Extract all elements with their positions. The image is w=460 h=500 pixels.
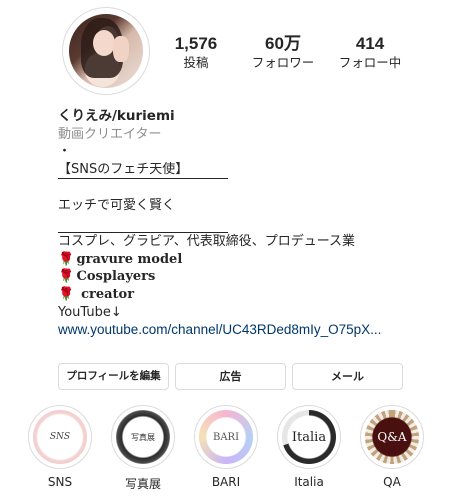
highlight-cover: BARI xyxy=(194,405,258,469)
bio-tagline: 【SNSのフェチ天使】 xyxy=(58,161,228,180)
highlight-qa[interactable]: Q&A QA xyxy=(354,405,430,500)
profile-category: 動画クリエイター xyxy=(58,126,162,142)
highlight-cover-text: Q&A xyxy=(377,430,407,444)
highlight-cover: 写真展 xyxy=(111,405,175,469)
bio-blank-1 xyxy=(58,179,418,197)
bio-dot: ・ xyxy=(58,144,72,160)
bio-item-gravure: gravure model xyxy=(76,251,183,267)
highlight-cover-text: SNS xyxy=(49,432,71,442)
bio-item-cosplayers: Cosplayers xyxy=(76,269,156,285)
highlight-italia[interactable]: Italia Italia xyxy=(271,405,347,500)
avatar-photo xyxy=(69,14,143,88)
following-count[interactable]: 414 フォロー中 xyxy=(324,34,416,72)
profile-name: くりえみ/kuriemi xyxy=(58,108,175,124)
bio-roles: コスプレ、グラビア、代表取締役、プロデュース業 xyxy=(58,234,356,250)
rose-icon: 🌹 xyxy=(58,286,75,302)
highlight-cover: Q&A xyxy=(360,405,424,469)
highlight-sns[interactable]: SNS SNS xyxy=(22,405,98,500)
followers-count-value: 60万 xyxy=(265,34,301,53)
profile-stats: 1,576 投稿 60万 フォロワー 414 フォロー中 xyxy=(162,34,440,76)
ads-button[interactable]: 広告 xyxy=(175,363,286,390)
highlight-cover: SNS xyxy=(28,405,92,469)
profile-page: 1,576 投稿 60万 フォロワー 414 フォロー中 くりえみ/kuriem… xyxy=(0,0,460,500)
rose-icon: 🌹 xyxy=(58,251,75,267)
highlight-label: SNS xyxy=(47,475,73,489)
posts-count-value: 1,576 xyxy=(174,34,218,53)
following-count-label: フォロー中 xyxy=(338,55,402,70)
following-count-value: 414 xyxy=(355,34,385,53)
profile-bio: くりえみ/kuriemi 動画クリエイター ・ 【SNSのフェチ天使】 エッチで… xyxy=(58,108,418,339)
highlight-photo-exhibition[interactable]: 写真展 写真展 xyxy=(105,405,181,500)
rose-icon: 🌹 xyxy=(58,269,75,285)
followers-count[interactable]: 60万 フォロワー xyxy=(237,34,329,72)
mail-button[interactable]: メール xyxy=(292,363,403,390)
highlight-label: 写真展 xyxy=(124,477,161,491)
highlight-cover-text: 写真展 xyxy=(131,432,155,442)
edit-profile-button[interactable]: プロフィールを編集 xyxy=(58,363,169,390)
highlight-cover: Italia xyxy=(277,405,341,469)
bio-youtube: YouTube↓ xyxy=(58,304,122,320)
bio-motto: エッチで可愛く賢く xyxy=(58,197,176,213)
bio-divider xyxy=(58,215,228,234)
highlight-cover-text: BARI xyxy=(212,431,240,443)
highlight-label: Italia xyxy=(294,475,324,489)
bio-link[interactable]: www.youtube.com/channel/UC43RDed8mIy_O75… xyxy=(58,321,418,339)
posts-count[interactable]: 1,576 投稿 xyxy=(150,34,242,72)
avatar[interactable] xyxy=(62,7,150,95)
highlight-label: QA xyxy=(383,475,401,489)
highlight-bari[interactable]: BARI BARI xyxy=(188,405,264,500)
followers-count-label: フォロワー xyxy=(251,55,315,70)
highlight-cover-text: Italia xyxy=(291,429,327,445)
bio-item-creator: creator xyxy=(81,286,135,302)
highlight-label: BARI xyxy=(211,475,241,489)
posts-count-label: 投稿 xyxy=(183,55,209,70)
